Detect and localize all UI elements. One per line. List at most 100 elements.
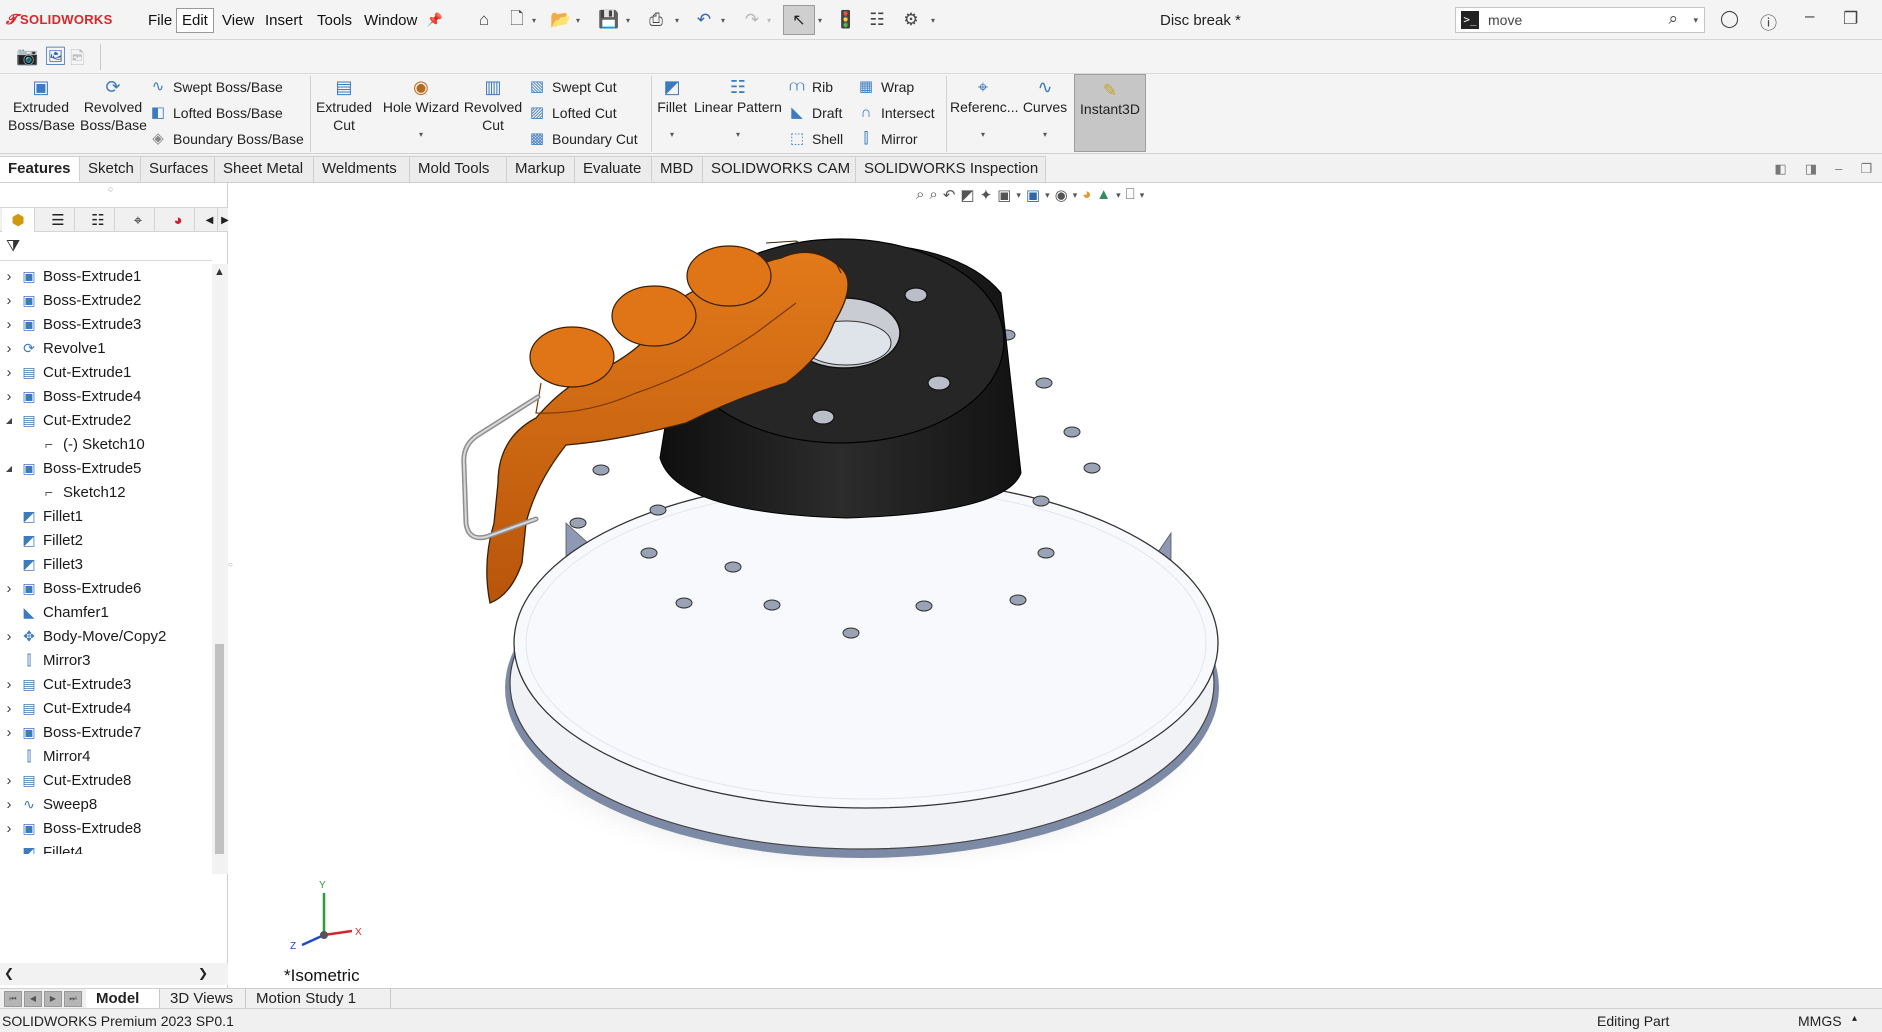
tree-item[interactable]: › ▣ Boss-Extrude1	[0, 264, 212, 288]
save-dropdown-icon[interactable]: ▾	[626, 16, 630, 25]
tab-scroll-left-icon[interactable]: ◀	[202, 208, 218, 232]
select-arrow-icon[interactable]: ↖	[783, 5, 815, 35]
section-view-icon[interactable]: ◩	[960, 186, 974, 204]
print-icon[interactable]: ⎙	[645, 9, 667, 31]
record-icon[interactable]: 🖻	[70, 46, 84, 76]
tab-scroll-right-icon[interactable]: ▶	[218, 208, 232, 232]
tab-markup[interactable]: Markup	[507, 156, 575, 182]
camera-icon[interactable]: 📷	[16, 46, 38, 67]
search-dropdown-icon[interactable]: ▾	[1693, 15, 1698, 26]
redo-icon[interactable]: ↷	[741, 9, 763, 31]
tree-item[interactable]: ◣ Chamfer1	[0, 600, 212, 624]
view-orientation-dropdown-icon[interactable]: ▾	[1016, 186, 1021, 204]
unit-dropdown-icon[interactable]: ▴	[1852, 1013, 1857, 1024]
last-tab-icon[interactable]: ⏭	[64, 991, 82, 1007]
display-style-icon[interactable]: ▣	[1026, 186, 1040, 204]
undo-dropdown-icon[interactable]: ▾	[721, 16, 725, 25]
draft-button[interactable]: ◣ Draft	[788, 102, 842, 124]
apply-scene-icon[interactable]: ▲	[1096, 186, 1111, 204]
file-properties-icon[interactable]: ☷	[866, 9, 888, 31]
collapse-right-icon[interactable]: ◨	[1805, 161, 1817, 177]
scroll-up-icon[interactable]: ▲	[214, 266, 225, 278]
expand-chevron-icon[interactable]: ›	[2, 676, 16, 693]
tree-item[interactable]: › ▤ Cut-Extrude4	[0, 696, 212, 720]
hole-wizard-button[interactable]: ◉ Hole Wizard ▾	[378, 76, 464, 144]
panel-grip-icon[interactable]: ○	[108, 184, 113, 194]
tree-item[interactable]: ◩ Fillet4	[0, 840, 212, 855]
tree-item[interactable]: ⌐ (-) Sketch10	[0, 432, 212, 456]
scroll-thumb[interactable]	[215, 644, 224, 854]
save-icon[interactable]: 💾	[598, 9, 620, 31]
rebuild-traffic-light-icon[interactable]: 🚦	[835, 9, 857, 31]
revolved-cut-button[interactable]: ▥ Revolved Cut	[463, 76, 523, 134]
undo-icon[interactable]: ↶	[693, 9, 715, 31]
wrap-button[interactable]: ▦ Wrap	[857, 76, 914, 98]
first-tab-icon[interactable]: ⏮	[4, 991, 22, 1007]
tree-item[interactable]: › ▤ Cut-Extrude3	[0, 672, 212, 696]
tab-sheet-metal[interactable]: Sheet Metal	[215, 156, 314, 182]
dimxpert-tab-icon[interactable]: ⌖	[122, 208, 155, 232]
tree-item[interactable]: › ✥ Body-Move/Copy2	[0, 624, 212, 648]
user-account-icon[interactable]: ◯	[1720, 9, 1739, 29]
tab-3d-views[interactable]: 3D Views	[160, 989, 246, 1009]
curves-dropdown-icon[interactable]: ▾	[1020, 126, 1070, 144]
scroll-left-icon[interactable]: ❮	[4, 966, 14, 980]
configurationmanager-tab-icon[interactable]: ☷	[82, 208, 115, 232]
new-document-icon[interactable]: 🗋	[506, 9, 528, 31]
mirror-button[interactable]: ⫿ Mirror	[857, 128, 918, 150]
open-dropdown-icon[interactable]: ▾	[576, 16, 580, 25]
propertymanager-tab-icon[interactable]: ☰	[42, 208, 75, 232]
pin-icon[interactable]: 📌	[424, 9, 446, 31]
tab-weldments[interactable]: Weldments	[314, 156, 410, 182]
panel-splitter[interactable]: ○	[228, 560, 236, 582]
hide-show-items-icon[interactable]: ◉	[1055, 186, 1068, 204]
expand-chevron-icon[interactable]: ›	[2, 772, 16, 789]
expand-chevron-icon[interactable]: ›	[2, 316, 16, 333]
tree-item[interactable]: ⫿ Mirror4	[0, 744, 212, 768]
search-input[interactable]: move	[1488, 12, 1522, 28]
view-orientation-icon[interactable]: ▣	[997, 186, 1011, 204]
screen-capture-icon[interactable]: 🖼	[44, 46, 67, 67]
swept-cut-button[interactable]: ▧ Swept Cut	[528, 76, 617, 98]
expand-chevron-icon[interactable]: ›	[2, 700, 16, 717]
lofted-boss-button[interactable]: ◧ Lofted Boss/Base	[149, 102, 283, 124]
tree-item[interactable]: › ▣ Boss-Extrude2	[0, 288, 212, 312]
extruded-cut-button[interactable]: ▤ Extruded Cut	[314, 76, 374, 134]
tree-item[interactable]: ◩ Fillet1	[0, 504, 212, 528]
tab-evaluate[interactable]: Evaluate	[575, 156, 652, 182]
fillet-dropdown-icon[interactable]: ▾	[655, 126, 689, 144]
featuremanager-tab-icon[interactable]: ⬢	[2, 208, 35, 232]
next-tab-icon[interactable]: ▶	[44, 991, 62, 1007]
expand-chevron-icon[interactable]: ›	[2, 364, 16, 381]
edit-appearance-icon[interactable]: ◕	[1082, 186, 1091, 204]
revolved-boss-button[interactable]: ⟳ Revolved Boss/Base	[80, 76, 147, 134]
tree-item[interactable]: › ▤ Cut-Extrude1	[0, 360, 212, 384]
tree-item[interactable]: › ▣ Boss-Extrude4	[0, 384, 212, 408]
tree-item[interactable]: ⌐ Sketch12	[0, 480, 212, 504]
intersect-button[interactable]: ∩ Intersect	[857, 102, 935, 124]
expand-chevron-icon[interactable]: ›	[2, 292, 16, 309]
collapse-left-icon[interactable]: ◧	[1775, 161, 1787, 177]
view-settings-dropdown-icon[interactable]: ▾	[1140, 186, 1145, 204]
tree-item[interactable]: ◢ ▣ Boss-Extrude5	[0, 456, 212, 480]
display-manager-tab-icon[interactable]: ◕	[162, 208, 195, 232]
rib-button[interactable]: ⩋ Rib	[788, 76, 833, 98]
solidworks-logo[interactable]: 𝓣 SOLIDWORKS	[6, 11, 113, 28]
zoom-to-fit-icon[interactable]: ⌕	[916, 186, 924, 204]
menu-edit[interactable]: Edit	[176, 8, 214, 33]
collapse-chevron-icon[interactable]: ◢	[2, 416, 16, 425]
boundary-boss-button[interactable]: ◈ Boundary Boss/Base	[149, 128, 304, 150]
tree-item[interactable]: › ∿ Sweep8	[0, 792, 212, 816]
expand-chevron-icon[interactable]: ›	[2, 268, 16, 285]
previous-view-icon[interactable]: ↶	[943, 186, 956, 204]
tab-solidworks-cam[interactable]: SOLIDWORKS CAM	[703, 156, 856, 182]
tab-motion-study[interactable]: Motion Study 1	[246, 989, 391, 1009]
prev-tab-icon[interactable]: ◀	[24, 991, 42, 1007]
tree-item[interactable]: › ▣ Boss-Extrude3	[0, 312, 212, 336]
minimize-panel-icon[interactable]: –	[1835, 161, 1842, 177]
tree-item[interactable]: › ⟳ Revolve1	[0, 336, 212, 360]
view-settings-monitor-icon[interactable]: ⎕	[1126, 186, 1135, 204]
tree-item[interactable]: › ▣ Boss-Extrude8	[0, 816, 212, 840]
restore-window-icon[interactable]: ❐	[1843, 9, 1858, 29]
hide-show-dropdown-icon[interactable]: ▾	[1073, 186, 1078, 204]
